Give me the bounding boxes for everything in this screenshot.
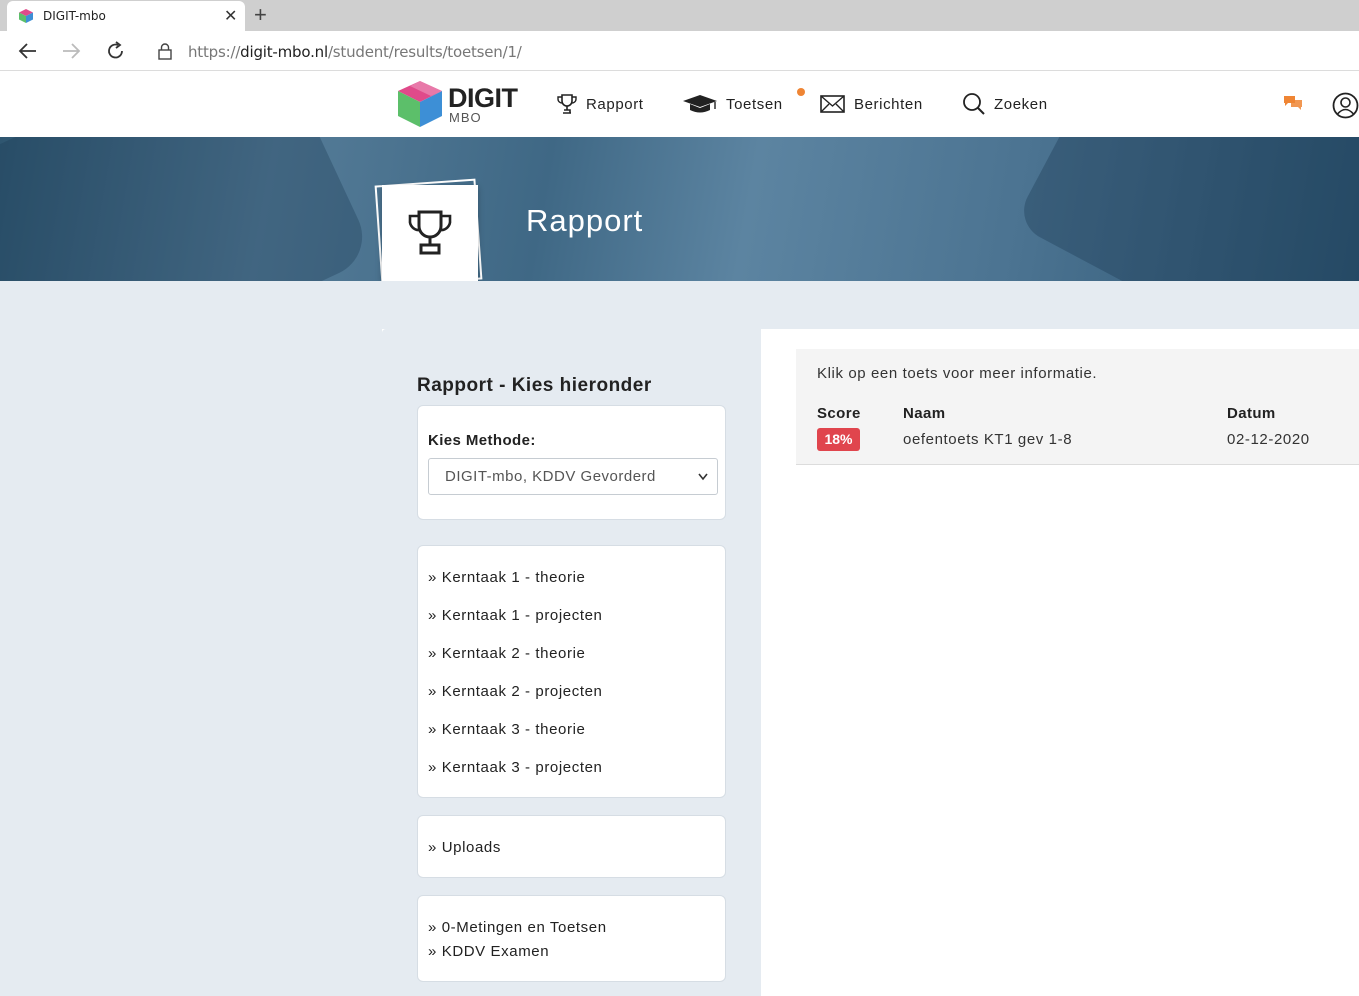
site-header: DIGIT MBO Rapport Toetsen Berichten Zoek… xyxy=(0,71,1359,137)
search-icon xyxy=(963,93,985,115)
sidebar-link-kerntaak-2-theorie[interactable]: » Kerntaak 2 - theorie xyxy=(428,645,585,662)
results-info: Klik op een toets voor meer informatie. xyxy=(817,365,1098,382)
browser-toolbar: https://digit-mbo.nl/student/results/toe… xyxy=(0,31,1359,71)
notification-dot xyxy=(797,88,805,96)
sidebar-title: Rapport - Kies hieronder xyxy=(417,375,652,396)
methode-selected-value: DIGIT-mbo, KDDV Gevorderd xyxy=(445,468,656,485)
digit-logo[interactable]: DIGIT MBO xyxy=(396,79,518,129)
nav-toetsen-label: Toetsen xyxy=(726,95,783,113)
score-badge: 18% xyxy=(817,428,860,451)
column-header-score: Score xyxy=(817,405,861,422)
trophy-card xyxy=(382,185,478,281)
page-title: Rapport xyxy=(526,203,644,238)
lock-icon[interactable] xyxy=(156,42,174,60)
url-path: /student/results/toetsen/1/ xyxy=(327,43,522,61)
sidebar-link-kddv-examen[interactable]: » KDDV Examen xyxy=(428,943,549,960)
page-banner: Rapport xyxy=(0,137,1359,281)
address-bar[interactable]: https://digit-mbo.nl/student/results/toe… xyxy=(188,43,522,61)
cube-logo-icon xyxy=(398,81,442,127)
sidebar-link-kerntaak-3-projecten[interactable]: » Kerntaak 3 - projecten xyxy=(428,759,603,776)
nav-zoeken[interactable]: Zoeken xyxy=(962,92,1048,116)
uploads-card: » Uploads xyxy=(417,815,726,878)
tab-close-icon[interactable]: ✕ xyxy=(224,6,237,26)
column-header-naam: Naam xyxy=(903,405,946,422)
nav-rapport-label: Rapport xyxy=(586,95,644,113)
logo-subtext: MBO xyxy=(449,110,482,125)
trophy-icon xyxy=(557,94,577,114)
content-area: Rapport - Kies hieronder Kies Methode: D… xyxy=(382,329,1359,996)
nav-rapport[interactable]: Rapport xyxy=(556,92,644,116)
tab-title: DIGIT-mbo xyxy=(43,9,106,23)
kerntaken-card: » Kerntaak 1 - theorie » Kerntaak 1 - pr… xyxy=(417,545,726,798)
graduation-cap-icon xyxy=(683,95,717,113)
result-toets-link[interactable]: oefentoets KT1 gev 1-8 xyxy=(903,431,1072,448)
sidebar: Rapport - Kies hieronder Kies Methode: D… xyxy=(382,329,761,996)
browser-tabbar: DIGIT-mbo ✕ + xyxy=(0,0,1359,31)
methode-select[interactable]: DIGIT-mbo, KDDV Gevorderd xyxy=(428,458,718,495)
browser-tab[interactable]: DIGIT-mbo ✕ xyxy=(7,1,245,31)
digit-favicon-icon xyxy=(19,9,33,23)
nav-berichten[interactable]: Berichten xyxy=(820,92,923,116)
user-account-icon[interactable] xyxy=(1332,92,1359,119)
nav-berichten-label: Berichten xyxy=(854,95,923,113)
sidebar-link-metingen[interactable]: » 0-Metingen en Toetsen xyxy=(428,919,607,936)
result-datum: 02-12-2020 xyxy=(1227,431,1310,448)
sidebar-link-uploads[interactable]: » Uploads xyxy=(428,839,501,856)
url-host: digit-mbo.nl xyxy=(240,43,328,61)
sidebar-link-kerntaak-3-theorie[interactable]: » Kerntaak 3 - theorie xyxy=(428,721,585,738)
nav-toetsen[interactable]: Toetsen xyxy=(682,92,783,116)
sidebar-link-kerntaak-1-projecten[interactable]: » Kerntaak 1 - projecten xyxy=(428,607,603,624)
sidebar-link-kerntaak-1-theorie[interactable]: » Kerntaak 1 - theorie xyxy=(428,569,585,586)
methode-card: Kies Methode: DIGIT-mbo, KDDV Gevorderd xyxy=(417,405,726,520)
results-panel: Klik op een toets voor meer informatie. … xyxy=(796,349,1359,465)
trophy-icon xyxy=(408,210,452,255)
nav-zoeken-label: Zoeken xyxy=(994,95,1048,113)
reload-icon[interactable] xyxy=(105,40,127,62)
back-arrow-icon[interactable] xyxy=(17,40,39,62)
sidebar-link-kerntaak-2-projecten[interactable]: » Kerntaak 2 - projecten xyxy=(428,683,603,700)
metingen-card: » 0-Metingen en Toetsen » KDDV Examen xyxy=(417,895,726,982)
chat-bubbles-icon[interactable] xyxy=(1283,94,1303,112)
url-scheme: https:// xyxy=(188,43,241,61)
column-header-datum: Datum xyxy=(1227,405,1276,422)
new-tab-icon[interactable]: + xyxy=(254,3,267,27)
methode-label: Kies Methode: xyxy=(428,432,536,449)
envelope-icon xyxy=(820,95,845,113)
chevron-down-icon xyxy=(697,459,709,508)
forward-arrow-icon[interactable] xyxy=(60,40,82,62)
